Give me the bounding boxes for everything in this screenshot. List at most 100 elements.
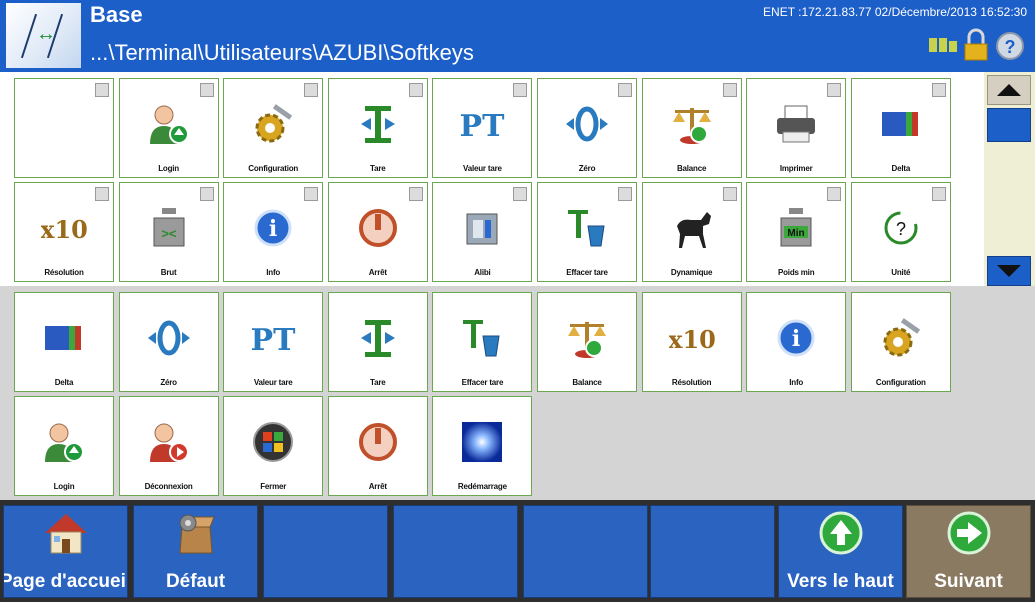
empty-softkey-4[interactable]	[650, 505, 775, 598]
available-tile-configuration[interactable]: Configuration	[223, 78, 324, 178]
select-checkbox[interactable]	[931, 187, 946, 201]
select-checkbox[interactable]	[95, 187, 109, 201]
assigned-tile-resolution[interactable]: x10 Résolution	[641, 292, 742, 392]
softkey-bar: Page d'accueil Défaut Vers le haut Suiva…	[0, 500, 1035, 602]
select-checkbox[interactable]	[408, 187, 423, 201]
available-tile-valeur-tare[interactable]: PT Valeur tare	[432, 78, 533, 178]
tile-label: Résolution	[671, 378, 712, 387]
delta-icon	[852, 101, 950, 147]
tile-label: Arrêt	[368, 482, 387, 491]
assigned-tile-login[interactable]: Login	[14, 396, 114, 496]
empty-softkey-1[interactable]	[263, 505, 388, 598]
assigned-tile-effacer-tare[interactable]: Effacer tare	[432, 292, 533, 392]
select-checkbox[interactable]	[618, 187, 632, 201]
select-checkbox[interactable]	[827, 187, 842, 201]
next-button-label: Suivant	[934, 571, 1003, 592]
assigned-tile-redemarrage[interactable]: Redémarrage	[432, 396, 533, 496]
tile-label: Balance	[676, 164, 707, 173]
header-icons: ?	[929, 28, 1029, 64]
available-tile-info[interactable]: i Info	[223, 182, 324, 282]
assigned-tile-arret[interactable]: Arrêt	[327, 396, 428, 496]
power-icon	[329, 419, 427, 465]
help-icon[interactable]: ?	[995, 28, 1025, 62]
available-tile-resolution[interactable]: x10 Résolution	[14, 182, 114, 282]
windows-icon	[224, 419, 322, 465]
x10-icon: x10	[643, 315, 741, 361]
network-status-icon[interactable]	[929, 36, 959, 54]
available-tile-zero[interactable]: Zéro	[537, 78, 637, 178]
move-up-button-label: Vers le haut	[787, 571, 894, 592]
svg-text:i: i	[792, 326, 800, 352]
balance-icon	[643, 101, 741, 147]
default-box-icon	[134, 510, 257, 556]
select-checkbox[interactable]	[304, 83, 319, 97]
move-up-button[interactable]: Vers le haut	[778, 505, 903, 598]
assigned-tile-info[interactable]: i Info	[746, 292, 847, 392]
home-button[interactable]: Page d'accueil	[3, 505, 128, 598]
assigned-tile-tare[interactable]: Tare	[327, 292, 428, 392]
tare-icon	[329, 315, 427, 361]
tile-label: Info	[789, 378, 804, 387]
home-button-label: Page d'accueil	[3, 571, 128, 592]
tile-label: Imprimer	[779, 164, 813, 173]
available-tile-arret[interactable]: Arrêt	[327, 182, 428, 282]
preset-tare-icon: PT	[433, 101, 531, 147]
tile-label: Dynamique	[670, 268, 713, 277]
scroll-down-button[interactable]	[987, 256, 1031, 286]
select-checkbox[interactable]	[618, 83, 632, 97]
assigned-tile-fermer[interactable]: Fermer	[223, 396, 324, 496]
tile-label: Info	[266, 268, 281, 277]
available-tile-effacer-tare[interactable]: Effacer tare	[537, 182, 637, 282]
tile-label: Résolution	[44, 268, 84, 277]
scrollbar[interactable]	[984, 72, 1035, 286]
assigned-tile-delta[interactable]: Delta	[14, 292, 114, 392]
logo-arrow-icon: ↔	[36, 23, 56, 45]
assigned-tile-configuration[interactable]: Configuration	[850, 292, 951, 392]
scroll-thumb[interactable]	[987, 108, 1031, 142]
tile-label: Effacer tare	[461, 378, 504, 387]
select-checkbox[interactable]	[199, 187, 214, 201]
tare-icon	[329, 101, 427, 147]
available-tile-tare[interactable]: Tare	[327, 78, 428, 178]
user-login-icon	[120, 101, 218, 147]
available-tile-delta[interactable]: Delta	[850, 78, 951, 178]
default-button[interactable]: Défaut	[133, 505, 258, 598]
select-checkbox[interactable]	[931, 83, 946, 97]
assigned-tile-deconnexion[interactable]: Déconnexion	[118, 396, 219, 496]
info-icon: i	[224, 205, 322, 251]
select-checkbox[interactable]	[827, 83, 842, 97]
select-checkbox[interactable]	[722, 187, 737, 201]
tile-label: Redémarrage	[457, 482, 507, 491]
assigned-tile-valeur-tare[interactable]: PT Valeur tare	[223, 292, 324, 392]
select-checkbox[interactable]	[722, 83, 737, 97]
available-tile-poids-min[interactable]: Min Poids min	[746, 182, 847, 282]
available-tile-login[interactable]: Login	[118, 78, 219, 178]
lock-icon[interactable]	[961, 28, 991, 62]
clear-tare-icon	[433, 315, 531, 361]
select-checkbox[interactable]	[304, 187, 319, 201]
select-checkbox[interactable]	[513, 83, 528, 97]
assigned-tile-zero[interactable]: Zéro	[118, 292, 219, 392]
select-checkbox[interactable]	[513, 187, 528, 201]
select-checkbox[interactable]	[408, 83, 423, 97]
available-tile-dynamique[interactable]: Dynamique	[641, 182, 742, 282]
available-tile-brut[interactable]: >< Brut	[118, 182, 219, 282]
svg-text:?: ?	[1005, 37, 1016, 57]
arrow-down-icon	[997, 265, 1021, 277]
tile-label: Arrêt	[368, 268, 387, 277]
select-checkbox[interactable]	[95, 83, 109, 97]
svg-text:><: ><	[161, 226, 177, 241]
available-tile-imprimer[interactable]: Imprimer	[746, 78, 847, 178]
next-button[interactable]: Suivant	[906, 505, 1031, 598]
configuration-icon	[224, 101, 322, 147]
tile-label: Tare	[370, 164, 386, 173]
available-tile-alibi[interactable]: Alibi	[432, 182, 533, 282]
empty-softkey-3[interactable]	[523, 505, 648, 598]
available-tile-balance[interactable]: Balance	[641, 78, 742, 178]
select-checkbox[interactable]	[199, 83, 214, 97]
available-tile-empty[interactable]	[14, 78, 114, 178]
assigned-tile-balance[interactable]: Balance	[537, 292, 637, 392]
available-tile-unite[interactable]: ? Unité	[850, 182, 951, 282]
empty-softkey-2[interactable]	[393, 505, 518, 598]
scroll-up-button[interactable]	[987, 75, 1031, 105]
